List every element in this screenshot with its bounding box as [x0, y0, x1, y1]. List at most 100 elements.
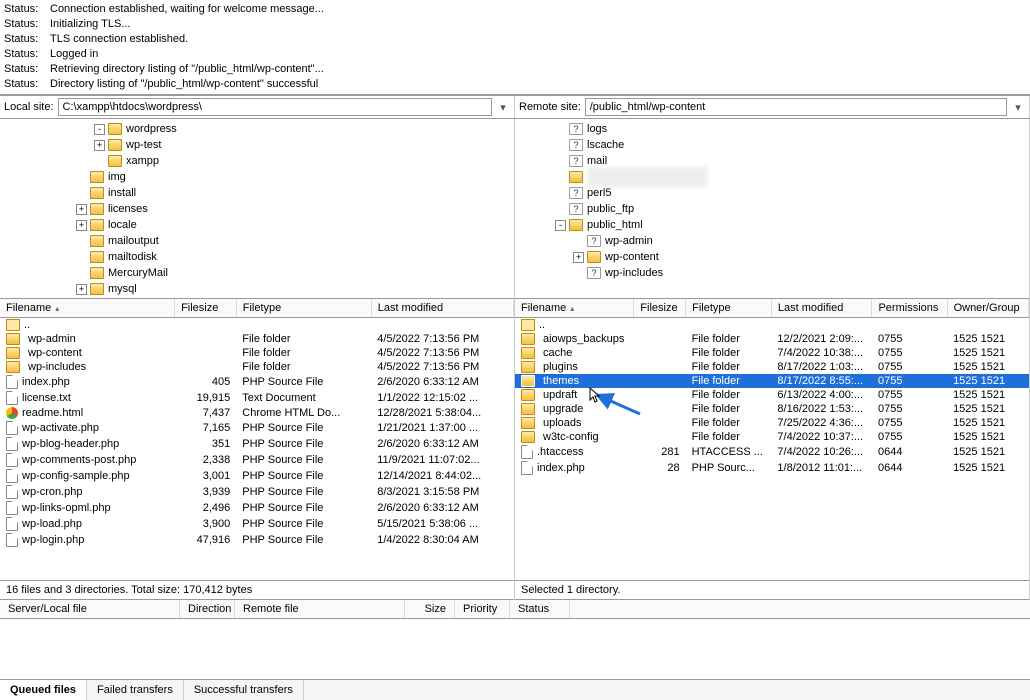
table-row[interactable]: readme.html7,437Chrome HTML Do...12/28/2… [0, 406, 514, 420]
column-header[interactable]: Last modified [771, 299, 872, 318]
tree-item[interactable]: ?lscache [515, 137, 1029, 153]
tree-item[interactable]: ?wp-admin [515, 233, 1029, 249]
folder-unknown-icon: ? [569, 203, 583, 215]
file-type: File folder [686, 346, 772, 360]
column-header[interactable]: Filetype [236, 299, 371, 318]
tree-expand-icon[interactable]: + [94, 140, 105, 151]
table-row[interactable]: uploadsFile folder7/25/2022 4:36:...0755… [515, 416, 1029, 430]
file-type: File folder [236, 346, 371, 360]
file-owner: 1525 1521 [947, 430, 1028, 444]
tree-expand-icon[interactable]: + [76, 204, 87, 215]
remote-path-input[interactable] [585, 98, 1007, 116]
table-row[interactable]: themesFile folder8/17/2022 8:55:...07551… [515, 374, 1029, 388]
tree-item[interactable]: ?wp-includes [515, 265, 1029, 281]
file-permissions: 0755 [872, 430, 947, 444]
queue-column-header[interactable]: Server/Local file [0, 600, 180, 618]
tree-item[interactable]: +locale [0, 217, 514, 233]
table-row[interactable]: .. [515, 318, 1029, 333]
queue-body[interactable] [0, 619, 1030, 679]
tree-item[interactable]: MercuryMail [0, 265, 514, 281]
file-type: Chrome HTML Do... [236, 406, 371, 420]
tree-expand-icon[interactable]: - [555, 220, 566, 231]
file-permissions: 0755 [872, 416, 947, 430]
remote-tree[interactable]: ?logs?lscache?mail?perl5?public_ftp-publ… [515, 119, 1029, 299]
file-size [634, 388, 686, 402]
local-path-dropdown[interactable]: ▾ [496, 101, 510, 114]
table-row[interactable]: aiowps_backupsFile folder12/2/2021 2:09:… [515, 332, 1029, 346]
local-path-input[interactable] [58, 98, 492, 116]
table-row[interactable]: wp-adminFile folder4/5/2022 7:13:56 PM [0, 332, 514, 346]
file-owner: 1525 1521 [947, 360, 1028, 374]
column-header[interactable]: Filesize [634, 299, 686, 318]
file-size [175, 346, 237, 360]
tree-item[interactable]: ?logs [515, 121, 1029, 137]
table-row[interactable]: cacheFile folder7/4/2022 10:38:...075515… [515, 346, 1029, 360]
file-size: 19,915 [175, 390, 237, 406]
table-row[interactable]: license.txt19,915Text Document1/1/2022 1… [0, 390, 514, 406]
transfer-tab[interactable]: Successful transfers [184, 680, 304, 700]
column-header[interactable]: Filename▴ [0, 299, 175, 318]
tree-expand-icon[interactable]: + [76, 284, 87, 295]
file-modified: 7/4/2022 10:26:... [771, 444, 872, 460]
table-row[interactable]: pluginsFile folder8/17/2022 1:03:...0755… [515, 360, 1029, 374]
folder-icon [90, 251, 104, 263]
tree-item[interactable]: install [0, 185, 514, 201]
local-tree[interactable]: -wordpress+wp-testxamppimginstall+licens… [0, 119, 514, 299]
table-row[interactable]: w3tc-configFile folder7/4/2022 10:37:...… [515, 430, 1029, 444]
table-row[interactable]: wp-comments-post.php2,338PHP Source File… [0, 452, 514, 468]
tree-item[interactable] [515, 169, 1029, 185]
tree-item[interactable]: xampp [0, 153, 514, 169]
file-type: PHP Source File [236, 436, 371, 452]
table-row[interactable]: index.php28PHP Sourc...1/8/2012 11:01:..… [515, 460, 1029, 476]
transfer-tab[interactable]: Queued files [0, 680, 87, 700]
table-row[interactable]: wp-includesFile folder4/5/2022 7:13:56 P… [0, 360, 514, 374]
remote-path-dropdown[interactable]: ▾ [1011, 101, 1025, 114]
tree-item[interactable]: -public_html [515, 217, 1029, 233]
transfer-tab[interactable]: Failed transfers [87, 680, 184, 700]
queue-column-header[interactable]: Status [510, 600, 570, 618]
table-row[interactable]: wp-config-sample.php3,001PHP Source File… [0, 468, 514, 484]
tree-item[interactable]: +mysql [0, 281, 514, 297]
tree-item[interactable]: ?perl5 [515, 185, 1029, 201]
table-row[interactable]: wp-contentFile folder4/5/2022 7:13:56 PM [0, 346, 514, 360]
tree-expand-icon[interactable]: + [573, 252, 584, 263]
queue-column-header[interactable]: Priority [455, 600, 510, 618]
file-type: File folder [236, 332, 371, 346]
table-row[interactable]: wp-load.php3,900PHP Source File5/15/2021… [0, 516, 514, 532]
queue-column-header[interactable]: Direction [180, 600, 235, 618]
tree-expand-icon[interactable]: - [94, 124, 105, 135]
table-row[interactable]: wp-links-opml.php2,496PHP Source File2/6… [0, 500, 514, 516]
file-name: index.php [22, 376, 70, 388]
table-row[interactable]: wp-blog-header.php351PHP Source File2/6/… [0, 436, 514, 452]
tree-expand-icon[interactable]: + [76, 220, 87, 231]
column-header[interactable]: Last modified [371, 299, 513, 318]
tree-item[interactable]: mailoutput [0, 233, 514, 249]
table-row[interactable]: wp-activate.php7,165PHP Source File1/21/… [0, 420, 514, 436]
column-header[interactable]: Filesize [175, 299, 237, 318]
column-header[interactable]: Filename▴ [515, 299, 634, 318]
column-header[interactable]: Filetype [686, 299, 772, 318]
table-row[interactable]: index.php405PHP Source File2/6/2020 6:33… [0, 374, 514, 390]
queue-column-header[interactable]: Remote file [235, 600, 405, 618]
tree-item[interactable]: ?public_ftp [515, 201, 1029, 217]
tree-item[interactable]: img [0, 169, 514, 185]
folder-icon [6, 361, 20, 373]
tree-item[interactable]: +licenses [0, 201, 514, 217]
tree-label: MercuryMail [108, 267, 168, 279]
queue-column-header[interactable]: Size [405, 600, 455, 618]
remote-file-list[interactable]: Filename▴FilesizeFiletypeLast modifiedPe… [515, 299, 1029, 581]
table-row[interactable]: wp-cron.php3,939PHP Source File8/3/2021 … [0, 484, 514, 500]
table-row[interactable]: .htaccess281HTACCESS ...7/4/2022 10:26:.… [515, 444, 1029, 460]
column-header[interactable]: Permissions [872, 299, 947, 318]
table-row[interactable]: wp-login.php47,916PHP Source File1/4/202… [0, 532, 514, 548]
file-owner: 1525 1521 [947, 388, 1028, 402]
table-row[interactable]: .. [0, 318, 514, 333]
tree-item[interactable]: -wordpress [0, 121, 514, 137]
tree-item[interactable]: +wp-content [515, 249, 1029, 265]
local-file-list[interactable]: Filename▴FilesizeFiletypeLast modified..… [0, 299, 514, 581]
tree-item[interactable]: +wp-test [0, 137, 514, 153]
tree-item[interactable]: mailtodisk [0, 249, 514, 265]
status-log: Status:Connection established, waiting f… [0, 0, 1030, 95]
column-header[interactable]: Owner/Group [947, 299, 1028, 318]
queue-header: Server/Local fileDirectionRemote fileSiz… [0, 600, 1030, 619]
